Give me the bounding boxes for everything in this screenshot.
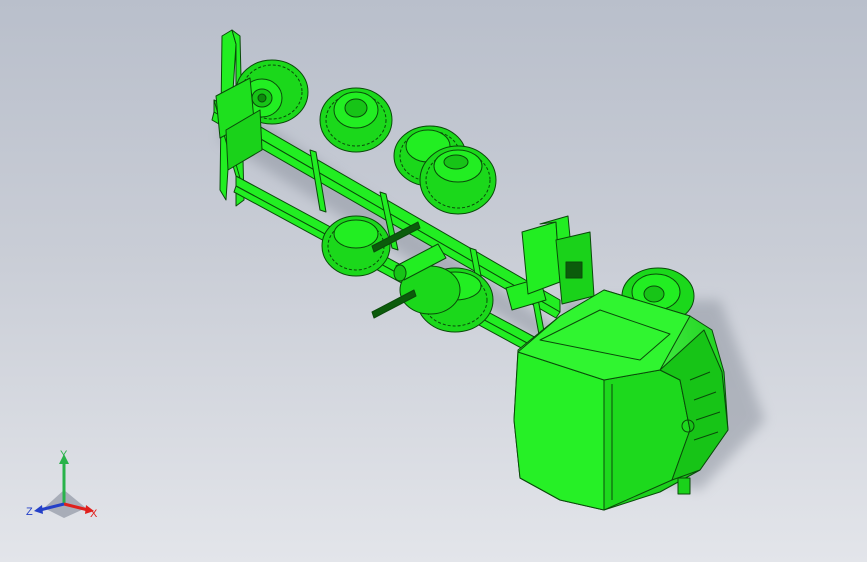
axis-triad: Y X Z <box>26 449 98 520</box>
truck-model[interactable] <box>211 29 765 511</box>
x-axis-label: X <box>90 508 98 520</box>
z-axis-label: Z <box>26 506 33 518</box>
y-axis-label: Y <box>60 449 68 461</box>
3d-viewport[interactable] <box>0 0 867 562</box>
z-axis-arrow <box>34 505 43 514</box>
battery-box <box>521 215 595 305</box>
